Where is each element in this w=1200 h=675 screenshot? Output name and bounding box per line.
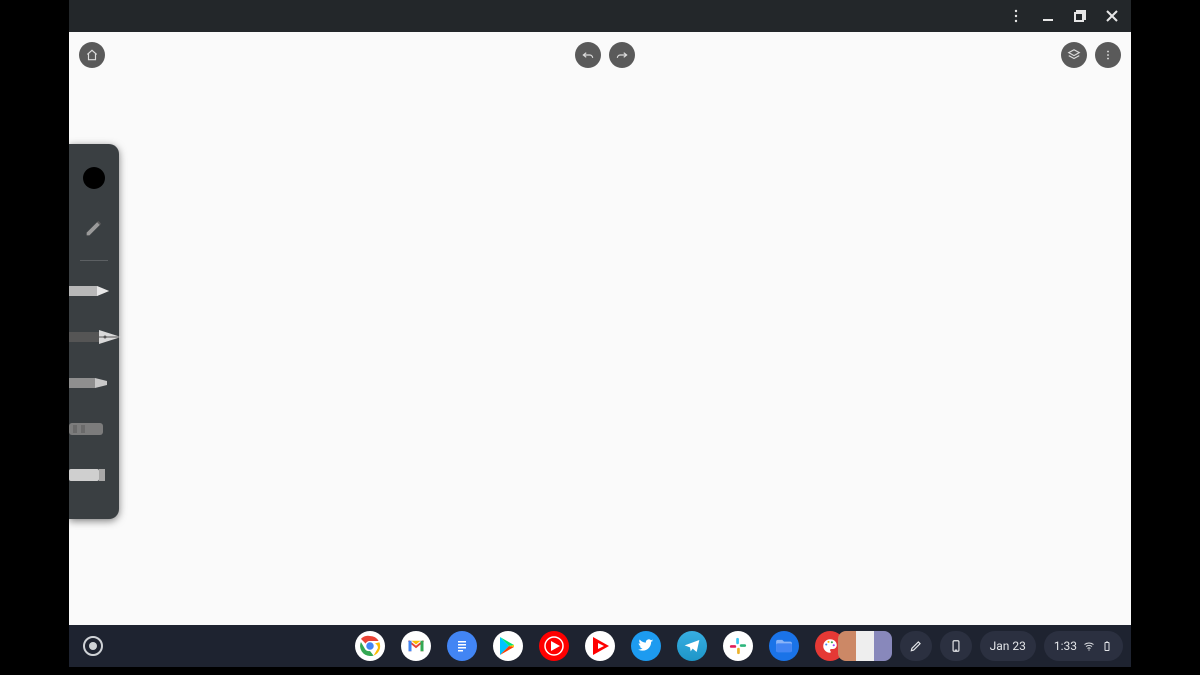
home-button[interactable] bbox=[79, 42, 105, 68]
wifi-icon bbox=[1083, 640, 1095, 652]
shelf-date: Jan 23 bbox=[990, 639, 1026, 653]
pen-tool[interactable] bbox=[69, 271, 119, 311]
app-gmail[interactable] bbox=[401, 631, 431, 661]
window-restore-button[interactable] bbox=[1071, 7, 1089, 25]
launcher-icon bbox=[89, 642, 97, 650]
shelf-status-area: Jan 23 1:33 bbox=[838, 631, 1123, 661]
phone-hub-button[interactable] bbox=[940, 631, 972, 661]
app-files[interactable] bbox=[769, 631, 799, 661]
canvas-surface[interactable] bbox=[69, 32, 1131, 625]
window-kebab-icon[interactable] bbox=[1007, 7, 1025, 25]
window-minimize-button[interactable] bbox=[1039, 7, 1057, 25]
tool-panel bbox=[69, 144, 119, 519]
app-docs[interactable] bbox=[447, 631, 477, 661]
eraser-tool[interactable] bbox=[69, 455, 119, 495]
pencil-tool[interactable] bbox=[69, 206, 119, 250]
app-youtube[interactable] bbox=[585, 631, 615, 661]
battery-icon bbox=[1101, 640, 1113, 652]
chromeos-shelf: Jan 23 1:33 bbox=[69, 625, 1131, 667]
window-close-button[interactable] bbox=[1103, 7, 1121, 25]
app-telegram[interactable] bbox=[677, 631, 707, 661]
shelf-pinned-apps bbox=[355, 631, 845, 661]
canvas-menu-button[interactable] bbox=[1095, 42, 1121, 68]
fountain-pen-tool[interactable] bbox=[69, 317, 119, 357]
tote-preview[interactable] bbox=[838, 631, 892, 661]
letterbox: Jan 23 1:33 bbox=[0, 0, 1200, 675]
shelf-time: 1:33 bbox=[1054, 639, 1077, 653]
app-chrome[interactable] bbox=[355, 631, 385, 661]
chisel-tool[interactable] bbox=[69, 409, 119, 449]
current-color-swatch bbox=[83, 167, 105, 189]
app-play-store[interactable] bbox=[493, 631, 523, 661]
tool-divider bbox=[80, 260, 108, 261]
app-youtube-music[interactable] bbox=[539, 631, 569, 661]
app-twitter[interactable] bbox=[631, 631, 661, 661]
marker-tool[interactable] bbox=[69, 363, 119, 403]
redo-button[interactable] bbox=[609, 42, 635, 68]
date-pill[interactable]: Jan 23 bbox=[980, 631, 1036, 661]
launcher-button[interactable] bbox=[83, 636, 103, 656]
window-titlebar bbox=[69, 0, 1131, 32]
color-picker-button[interactable] bbox=[69, 156, 119, 200]
status-tray[interactable]: 1:33 bbox=[1044, 631, 1123, 661]
app-area: Jan 23 1:33 bbox=[69, 0, 1131, 675]
layers-button[interactable] bbox=[1061, 42, 1087, 68]
app-slack[interactable] bbox=[723, 631, 753, 661]
undo-button[interactable] bbox=[575, 42, 601, 68]
stylus-tools-button[interactable] bbox=[900, 631, 932, 661]
